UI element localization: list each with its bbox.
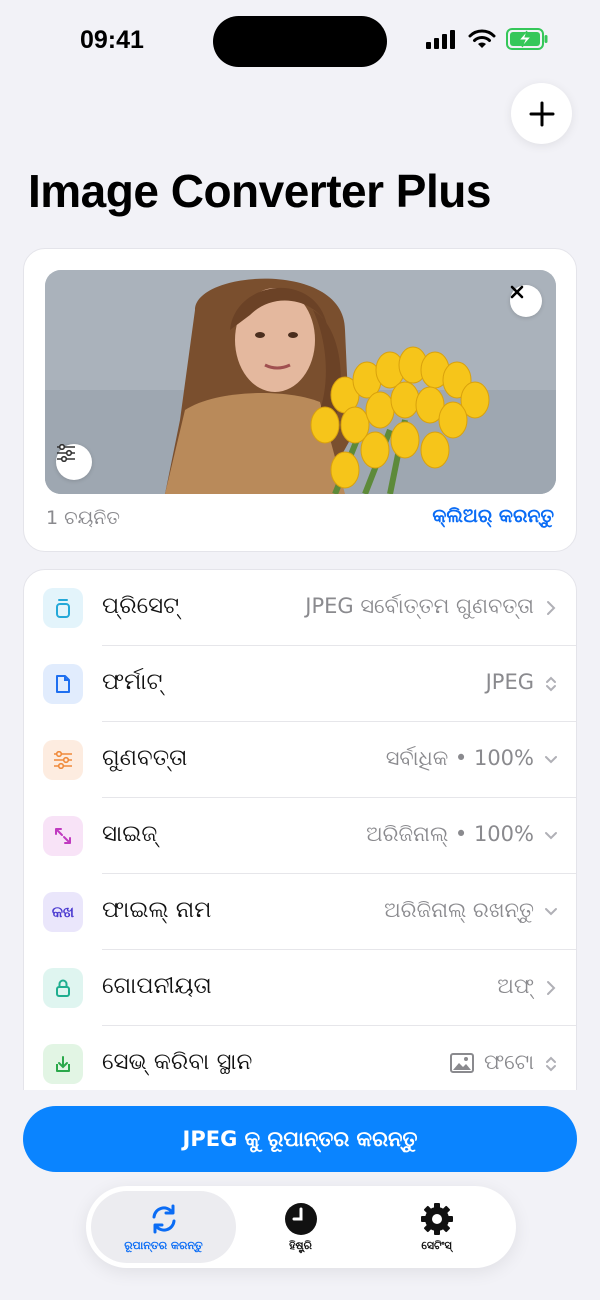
settings-row-value: ଅରିଜିନାଲ୍ • 100% <box>366 822 534 846</box>
download-icon <box>43 1044 83 1084</box>
plus-icon <box>529 101 554 126</box>
status-icons <box>426 28 548 50</box>
settings-row-label: ଫାଇଲ୍ ନାମ <box>102 897 212 923</box>
tab-bar: ରୂପାନ୍ତର କରନ୍ତୁ ହିଷ୍ଟ୍ରି ସେଟିଂସ୍ <box>86 1186 516 1268</box>
lock-icon <box>43 968 83 1008</box>
tab-label: ସେଟିଂସ୍ <box>421 1239 452 1252</box>
tab-settings[interactable]: ସେଟିଂସ୍ <box>364 1191 509 1263</box>
settings-row-value: ଅରିଜିନାଲ୍ ରଖନ୍ତୁ <box>384 898 534 922</box>
settings-row-label: ଗୁଣବତ୍ତା <box>102 745 188 771</box>
sliders-icon <box>57 444 75 462</box>
chevron-updown-icon <box>546 1056 556 1072</box>
preset-icon <box>43 588 83 628</box>
image-card: 1 ଚୟନିତ କ୍ଲିଅର୍ କରନ୍ତୁ <box>23 248 577 552</box>
status-bar: 09:41 <box>0 0 600 84</box>
chevron-down-icon <box>545 832 557 840</box>
photo-icon <box>449 1052 474 1073</box>
settings-row-privacy[interactable]: ଗୋପନୀୟତା ଅଫ୍ <box>24 950 576 1026</box>
settings-row-value: JPEG ସର୍ବୋତ୍ତମ ଗୁଣବତ୍ତା <box>305 594 534 618</box>
settings-row-label: ପ୍ରିସେଟ୍ <box>102 593 180 619</box>
text-icon: କଖ <box>43 892 83 932</box>
settings-row-label: ଫର୍ମାଟ୍ <box>102 669 163 695</box>
convert-button[interactable]: JPEG କୁ ରୂପାନ୍ତର କରନ୍ତୁ <box>23 1106 577 1172</box>
wifi-icon <box>468 29 496 48</box>
gear-icon <box>420 1203 453 1235</box>
settings-row-filename[interactable]: କଖ ଫାଇଲ୍ ନାମ ଅରିଜିନାଲ୍ ରଖନ୍ତୁ <box>24 874 576 950</box>
tab-label: ହିଷ୍ଟ୍ରି <box>289 1239 312 1252</box>
settings-row-format[interactable]: ଫର୍ମାଟ୍ JPEG <box>24 646 576 722</box>
tab-label: ରୂପାନ୍ତର କରନ୍ତୁ <box>124 1239 203 1252</box>
settings-row-value: ଅଫ୍ <box>497 974 534 998</box>
close-icon <box>510 285 524 299</box>
settings-row-save-location[interactable]: ସେଭ୍ କରିବା ସ୍ଥାନ ଫଟୋ <box>24 1026 576 1098</box>
settings-row-size[interactable]: ସାଇଜ୍ ଅରିଜିନାଲ୍ • 100% <box>24 798 576 874</box>
tab-convert[interactable]: ରୂପାନ୍ତର କରନ୍ତୁ <box>91 1191 236 1263</box>
page-title: Image Converter Plus <box>28 165 491 217</box>
settings-row-value: ଫଟୋ <box>449 1050 534 1075</box>
chevron-down-icon <box>545 908 557 916</box>
convert-icon <box>152 1204 175 1234</box>
remove-image-button[interactable] <box>510 285 542 317</box>
settings-row-preset[interactable]: ପ୍ରିସେଟ୍ JPEG ସର୍ବୋତ୍ତମ ଗୁଣବତ୍ତା <box>24 570 576 646</box>
settings-row-value: JPEG <box>485 670 534 694</box>
chevron-down-icon <box>545 756 557 764</box>
settings-row-label: ସେଭ୍ କରିବା ସ୍ଥାନ <box>102 1049 253 1075</box>
settings-row-label: ଗୋପନୀୟତା <box>102 973 212 999</box>
settings-list: ପ୍ରିସେଟ୍ JPEG ସର୍ବୋତ୍ତମ ଗୁଣବତ୍ତା ଫର୍ମାଟ୍… <box>23 569 577 1099</box>
settings-row-quality[interactable]: ଗୁଣବତ୍ତା ସର୍ବାଧିକ • 100% <box>24 722 576 798</box>
tab-history[interactable]: ହିଷ୍ଟ୍ରି <box>228 1191 373 1263</box>
cellular-signal-icon <box>426 30 455 49</box>
settings-row-value: ସର୍ବାଧିକ • 100% <box>385 746 534 770</box>
photo-illustration <box>45 270 556 494</box>
dynamic-island <box>213 16 387 67</box>
resize-icon <box>43 816 83 856</box>
selected-count: 1 ଚୟନିତ <box>46 507 120 529</box>
chevron-updown-icon <box>546 676 556 692</box>
chevron-right-icon <box>547 601 556 615</box>
clear-button[interactable]: କ୍ଲିଅର୍ କରନ୍ତୁ <box>432 505 554 527</box>
clock-icon <box>284 1203 317 1235</box>
text-icon-glyph: କଖ <box>51 903 75 921</box>
settings-row-label: ସାଇଜ୍ <box>102 821 158 847</box>
chevron-right-icon <box>547 981 556 995</box>
sliders-icon <box>43 740 83 780</box>
settings-row-value-text: ଫଟୋ <box>483 1050 534 1074</box>
document-icon <box>43 664 83 704</box>
selected-image-thumbnail[interactable] <box>45 270 556 494</box>
add-image-button[interactable] <box>511 83 572 144</box>
status-time: 09:41 <box>80 26 144 54</box>
battery-charging-icon <box>506 28 548 50</box>
edit-image-button[interactable] <box>56 444 92 480</box>
